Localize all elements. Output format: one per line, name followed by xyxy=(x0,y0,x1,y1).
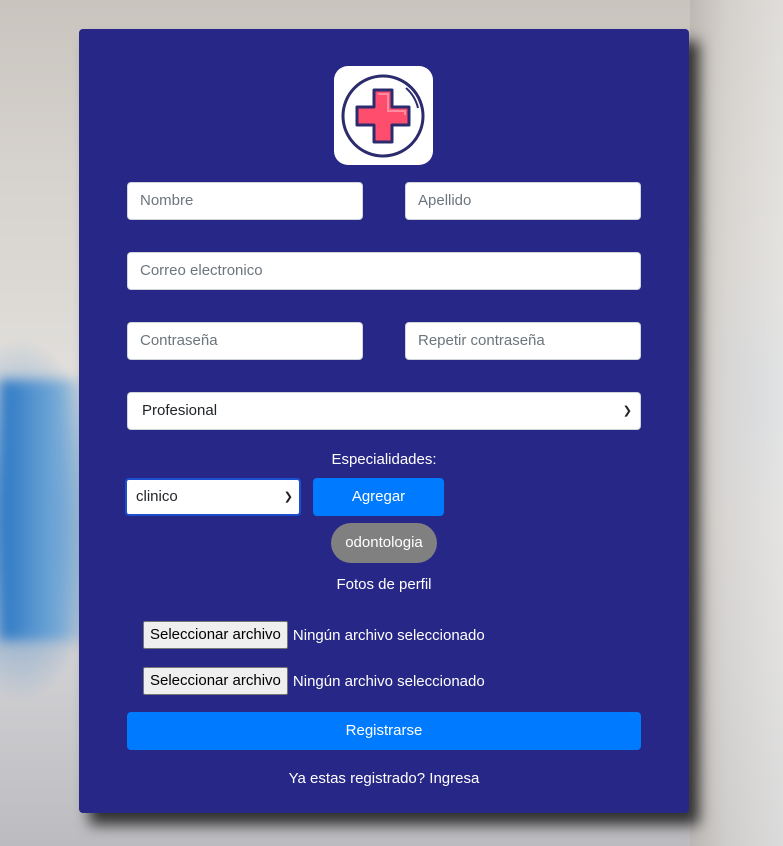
file-select-button[interactable]: Seleccionar archivo xyxy=(143,667,288,695)
contrasena-input[interactable]: Contraseña xyxy=(127,322,363,360)
file-select-button[interactable]: Seleccionar archivo xyxy=(143,621,288,649)
app-logo xyxy=(334,66,433,165)
nombre-input[interactable]: Nombre xyxy=(127,182,363,220)
especialidad-value: clinico xyxy=(136,488,178,505)
chevron-down-icon: ❯ xyxy=(622,405,632,417)
tipo-usuario-value: Profesional xyxy=(142,402,218,419)
registrarse-button[interactable]: Registrarse xyxy=(127,712,641,750)
file-status-text: Ningún archivo seleccionado xyxy=(292,626,485,644)
especialidad-select[interactable]: clinico ❯ xyxy=(125,478,301,516)
register-card: Nombre Apellido Correo electronico Contr… xyxy=(79,29,689,813)
login-link[interactable]: Ya estas registrado? Ingresa xyxy=(79,770,689,787)
foto-perfil-1-input[interactable]: Seleccionar archivo Ningún archivo selec… xyxy=(143,621,485,649)
fotos-perfil-label: Fotos de perfil xyxy=(336,576,432,593)
agregar-button[interactable]: Agregar xyxy=(313,478,444,516)
repetir-contrasena-input[interactable]: Repetir contraseña xyxy=(405,322,641,360)
tipo-usuario-select[interactable]: Profesional ❯ xyxy=(127,392,641,430)
file-status-text: Ningún archivo seleccionado xyxy=(292,672,485,690)
medical-cross-icon xyxy=(341,74,425,158)
chevron-down-icon: ❯ xyxy=(283,491,293,503)
especialidad-chip[interactable]: odontologia xyxy=(331,523,437,563)
especialidades-label: Especialidades: xyxy=(331,451,437,468)
background-blur-right xyxy=(690,0,783,846)
background-blur-left xyxy=(0,380,90,640)
correo-input[interactable]: Correo electronico xyxy=(127,252,641,290)
apellido-input[interactable]: Apellido xyxy=(405,182,641,220)
foto-perfil-2-input[interactable]: Seleccionar archivo Ningún archivo selec… xyxy=(143,667,485,695)
